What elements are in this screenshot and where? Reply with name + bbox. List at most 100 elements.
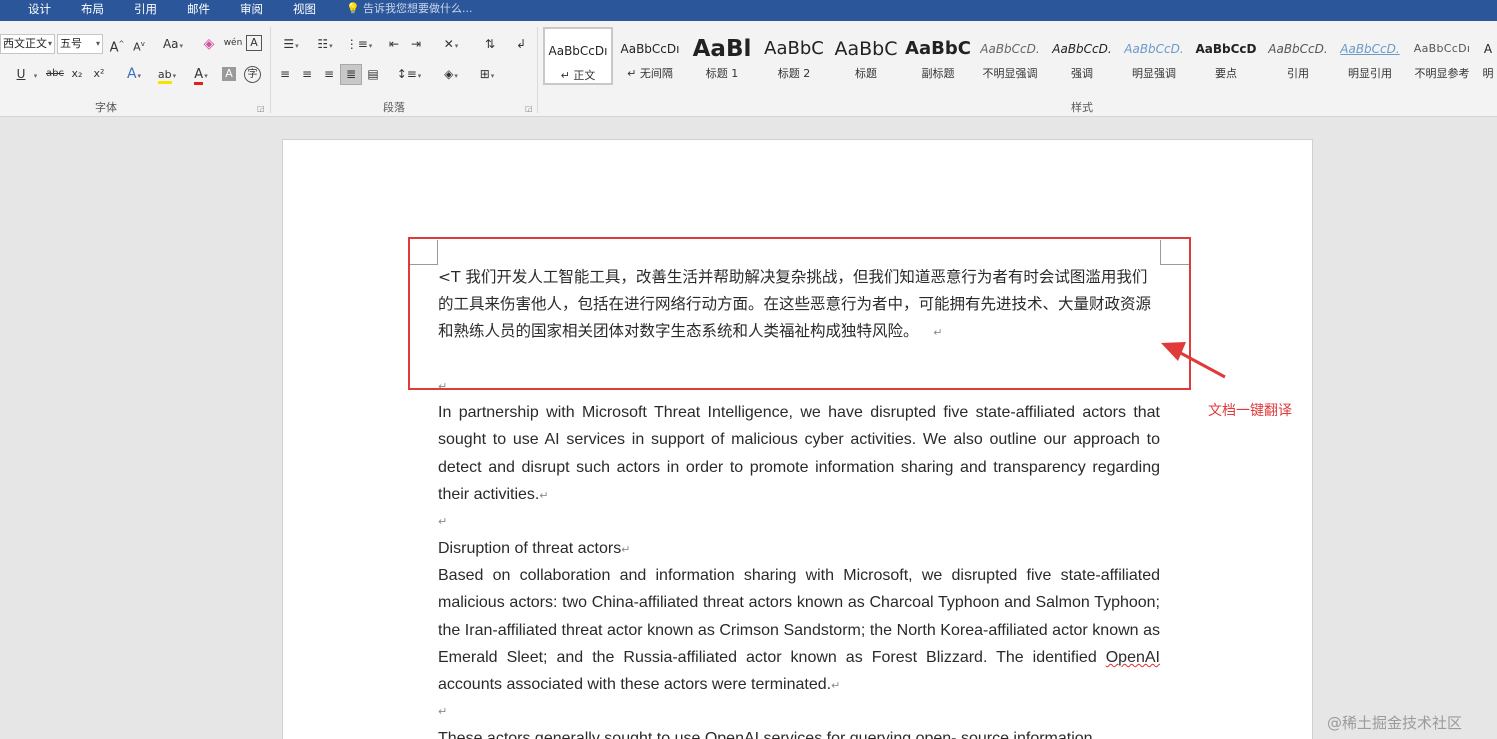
body-paragraph-2[interactable]: Based on collaboration and information s… [438, 562, 1160, 700]
subscript-button[interactable]: x₂ [68, 65, 86, 83]
decrease-indent-button[interactable]: ⇤ [384, 35, 404, 53]
sort-icon: ⇅ [484, 37, 496, 51]
style-heading-2[interactable]: AaBbC 标题 2 [759, 27, 829, 85]
align-left-button[interactable]: ≡ [276, 65, 294, 83]
character-shading-icon: A [225, 67, 233, 80]
style-preview: AaBbCcDı [1413, 42, 1471, 55]
phonetic-guide-button[interactable]: wén [222, 34, 244, 52]
font-name-value: 西文正文 [3, 37, 47, 50]
align-center-button[interactable]: ≡ [298, 65, 316, 83]
shrink-font-icon: A [133, 40, 141, 54]
multilevel-list-button[interactable]: ⋮≡▾ [344, 35, 374, 55]
chevron-down-icon: ▾ [47, 39, 52, 48]
style-intense-reference[interactable]: A 明 [1479, 27, 1497, 85]
line-spacing-button[interactable]: ↕≡▾ [394, 65, 424, 85]
crop-mark-top-right [1160, 240, 1190, 265]
character-border-button[interactable]: A [246, 35, 262, 51]
sort-button[interactable]: ⇅ [480, 35, 500, 53]
superscript-button[interactable]: x² [90, 65, 108, 83]
decrease-indent-icon: ⇤ [388, 37, 400, 51]
distributed-button[interactable]: ▤ [364, 65, 382, 83]
style-heading-1[interactable]: AaBl 标题 1 [687, 27, 757, 85]
style-preview: AaBbC [834, 38, 898, 60]
style-preview: AaBbCcDı [548, 44, 608, 58]
style-intense-quote[interactable]: AaBbCcD. 明显引用 [1335, 27, 1405, 85]
style-name: 不明显参考 [1414, 67, 1470, 80]
style-name: 标题 1 [705, 67, 739, 80]
style-preview: A [1483, 42, 1493, 56]
shading-button[interactable]: ◈▾ [436, 65, 466, 85]
numbering-button[interactable]: ☷▾ [310, 35, 340, 55]
underline-dropdown[interactable]: ▾ [30, 65, 40, 85]
chinese-layout-icon: ✕ [443, 37, 454, 51]
tab-view[interactable]: 视图 [293, 2, 316, 16]
distributed-icon: ▤ [367, 67, 379, 81]
highlight-button[interactable]: ab▾ [152, 65, 182, 85]
borders-icon: ⊞ [479, 67, 490, 81]
grow-font-button[interactable]: A^ [108, 35, 126, 57]
translated-paragraph[interactable]: <T 我们开发人工智能工具，改善生活并帮助解决复杂挑战，但我们知道恶意行为者有时… [438, 264, 1160, 346]
font-color-button[interactable]: A▾ [186, 65, 216, 85]
grow-font-icon: A [109, 40, 119, 56]
text-effects-button[interactable]: A▾ [120, 65, 148, 85]
font-name-combo[interactable]: 西文正文 ▾ [0, 34, 55, 54]
tab-layout[interactable]: 布局 [81, 2, 104, 16]
line-spacing-icon: ↕≡ [396, 67, 417, 81]
paragraph-dialog-launcher-icon[interactable]: ◲ [525, 104, 533, 113]
bullets-button[interactable]: ☰▾ [276, 35, 306, 55]
style-title[interactable]: AaBbC 标题 [831, 27, 901, 85]
enclose-characters-button[interactable]: 字 [244, 66, 261, 83]
style-intense-emphasis[interactable]: AaBbCcD. 明显强调 [1119, 27, 1189, 85]
justify-button[interactable]: ≣ [340, 64, 362, 85]
style-emphasis[interactable]: AaBbCcD. 强调 [1047, 27, 1117, 85]
body-text: Based on collaboration and information s… [438, 567, 1160, 666]
underline-button[interactable]: U [14, 65, 28, 83]
style-normal[interactable]: AaBbCcDı ↵ 正文 [543, 27, 613, 85]
tab-design[interactable]: 设计 [28, 2, 51, 16]
tell-me-box[interactable]: 💡 告诉我您想要做什么... [346, 2, 473, 16]
change-case-icon: Aa [162, 37, 179, 51]
translated-text: <T 我们开发人工智能工具，改善生活并帮助解决复杂挑战，但我们知道恶意行为者有时… [438, 268, 1152, 340]
style-no-spacing[interactable]: AaBbCcDı ↵ 无间隔 [615, 27, 685, 85]
font-color-icon: A [194, 67, 204, 85]
style-strong[interactable]: AaBbCcD 要点 [1191, 27, 1261, 85]
tell-me-text: 告诉我您想要做什么... [363, 2, 473, 15]
show-marks-button[interactable]: ↲ [512, 35, 530, 53]
strikethrough-button[interactable]: abc [44, 65, 66, 83]
underline-icon: U [16, 67, 26, 81]
style-subtle-emphasis[interactable]: AaBbCcD. 不明显强调 [975, 27, 1045, 85]
style-quote[interactable]: AaBbCcD. 引用 [1263, 27, 1333, 85]
style-name: 明显强调 [1132, 67, 1176, 80]
chinese-layout-button[interactable]: ✕▾ [436, 35, 466, 55]
clear-format-button[interactable]: ◈ [200, 35, 218, 53]
style-name: 不明显强调 [982, 67, 1038, 80]
body-text: These actors generally sought to use Ope… [438, 730, 1093, 739]
tab-mailings[interactable]: 邮件 [187, 2, 210, 16]
font-size-combo[interactable]: 五号 ▾ [57, 34, 103, 54]
paragraph-group-label: 段落 [383, 101, 405, 114]
style-preview: AaBbCcD. [1340, 42, 1400, 56]
style-name: ↵ 无间隔 [627, 67, 673, 80]
paint-bucket-icon: ◈ [444, 67, 454, 81]
tab-references[interactable]: 引用 [134, 2, 157, 16]
character-shading-button[interactable]: A [222, 67, 236, 81]
shrink-font-button[interactable]: Av [130, 35, 148, 57]
eraser-icon: ◈ [203, 36, 215, 52]
body-paragraph-3[interactable]: These actors generally sought to use Ope… [438, 725, 1160, 739]
spelling-flagged-word[interactable]: OpenAI [1106, 649, 1160, 666]
section-heading[interactable]: Disruption of threat actors↵ [438, 535, 1160, 564]
body-paragraph-1[interactable]: In partnership with Microsoft Threat Int… [438, 399, 1160, 510]
borders-button[interactable]: ⊞▾ [472, 65, 502, 85]
tab-review[interactable]: 审阅 [240, 2, 263, 16]
character-border-icon: A [250, 36, 258, 49]
increase-indent-icon: ⇥ [410, 37, 422, 51]
document-page[interactable]: <T 我们开发人工智能工具，改善生活并帮助解决复杂挑战，但我们知道恶意行为者有时… [282, 139, 1313, 739]
style-subtle-reference[interactable]: AaBbCcDı 不明显参考 [1407, 27, 1477, 85]
style-preview: AaBbCcD. [980, 42, 1040, 56]
font-dialog-launcher-icon[interactable]: ◲ [257, 104, 265, 113]
style-subtitle[interactable]: AaBbC 副标题 [903, 27, 973, 85]
increase-indent-button[interactable]: ⇥ [406, 35, 426, 53]
change-case-button[interactable]: Aa▾ [158, 35, 188, 55]
style-name: 明 [1482, 67, 1494, 80]
align-right-button[interactable]: ≡ [320, 65, 338, 83]
